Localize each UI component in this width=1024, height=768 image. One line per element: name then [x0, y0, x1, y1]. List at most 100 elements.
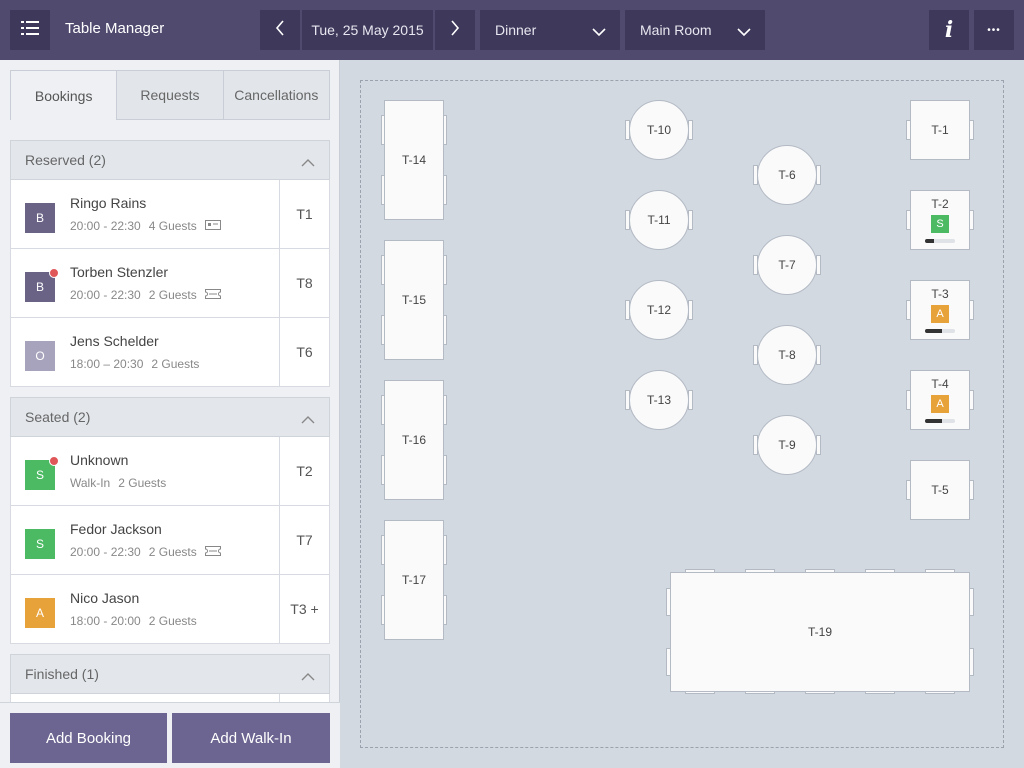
- guest-name: Fedor Jackson: [70, 521, 162, 537]
- table-progress-fill: [925, 419, 942, 423]
- table-t8[interactable]: T-8: [757, 325, 817, 385]
- assigned-table: T6: [279, 318, 329, 386]
- date-selector[interactable]: Tue, 25 May 2015: [302, 10, 433, 50]
- room-dropdown[interactable]: Main Room: [625, 10, 765, 50]
- chevron-down-icon: [737, 24, 751, 40]
- notification-dot: [49, 268, 59, 278]
- seated-section-header[interactable]: Seated (2): [10, 397, 330, 437]
- add-booking-button[interactable]: Add Booking: [10, 713, 167, 763]
- table-t1[interactable]: T-1: [910, 100, 970, 160]
- table-label: T-11: [647, 213, 671, 227]
- seated-section: Seated (2) S Unknown Walk-In 2 Guests T2…: [10, 397, 330, 644]
- booking-item[interactable]: B Torben Stenzler 20:00 - 22:30 2 Guests…: [10, 249, 330, 318]
- table-label: T-7: [778, 258, 796, 272]
- table-t5[interactable]: T-5: [910, 460, 970, 520]
- table-label: T-13: [646, 393, 671, 407]
- guest-name: Jens Schelder: [70, 333, 159, 349]
- section-title: Seated (2): [25, 409, 91, 425]
- table-label: T-6: [778, 168, 796, 182]
- booking-item[interactable]: S Fedor Jackson 20:00 - 22:30 2 Guests T…: [10, 506, 330, 575]
- room-dropdown-value: Main Room: [640, 22, 712, 38]
- table-t14[interactable]: T-14: [384, 100, 444, 220]
- table-t7[interactable]: T-7: [757, 235, 817, 295]
- guest-count: 2 Guests: [151, 357, 200, 371]
- assigned-table: T8: [279, 249, 329, 317]
- booking-item[interactable]: O Jens Schelder 18:00 – 20:30 2 Guests T…: [10, 318, 330, 387]
- booking-details: 20:00 - 22:30 2 Guests: [70, 545, 221, 559]
- booking-time: 20:00 - 22:30: [70, 288, 141, 302]
- table-progress-bar: [925, 239, 955, 243]
- chevron-right-icon: [450, 19, 460, 41]
- reserved-section-header[interactable]: Reserved (2): [10, 140, 330, 180]
- finished-section: Finished (1): [10, 654, 330, 702]
- tab-cancellations[interactable]: Cancellations: [223, 70, 330, 120]
- booking-details: 18:00 – 20:30 2 Guests: [70, 357, 199, 371]
- booking-list[interactable]: Reserved (2) B Ringo Rains 20:00 - 22:30…: [10, 140, 330, 702]
- more-dots-icon: •••: [987, 24, 1001, 36]
- table-t6[interactable]: T-6: [757, 145, 817, 205]
- table-t2[interactable]: T-2 S: [910, 190, 970, 250]
- list-menu-icon: [21, 20, 39, 40]
- floor-plan: T-14 T-15 T-16 T-17 T-10 T-11 T-12 T-13 …: [340, 60, 1024, 768]
- table-t19[interactable]: T-19: [670, 572, 970, 692]
- booking-item[interactable]: [10, 694, 330, 702]
- chevron-up-icon: [301, 155, 315, 171]
- guest-name: Nico Jason: [70, 590, 140, 606]
- table-t4[interactable]: T-4 A: [910, 370, 970, 430]
- table-t17[interactable]: T-17: [384, 520, 444, 640]
- table-t11[interactable]: T-11: [629, 190, 689, 250]
- chevron-up-icon: [301, 412, 315, 428]
- booking-time: 20:00 - 22:30: [70, 219, 141, 233]
- table-t10[interactable]: T-10: [629, 100, 689, 160]
- assigned-table: T3 +: [279, 575, 329, 643]
- meal-dropdown[interactable]: Dinner: [480, 10, 620, 50]
- guest-name: Ringo Rains: [70, 195, 147, 211]
- guest-count: 4 Guests: [148, 219, 197, 233]
- table-label: T-8: [778, 348, 796, 362]
- status-avatar: B: [25, 268, 59, 302]
- status-avatar: S: [25, 529, 55, 559]
- table-label: T-14: [401, 153, 426, 167]
- tab-bookings[interactable]: Bookings: [10, 70, 118, 120]
- finished-section-header[interactable]: Finished (1): [10, 654, 330, 694]
- table-t9[interactable]: T-9: [757, 415, 817, 475]
- table-t12[interactable]: T-12: [629, 280, 689, 340]
- booking-item[interactable]: B Ringo Rains 20:00 - 22:30 4 Guests T1: [10, 180, 330, 249]
- table-t13[interactable]: T-13: [629, 370, 689, 430]
- menu-button[interactable]: [10, 10, 50, 50]
- booking-details: 20:00 - 22:30 4 Guests: [70, 219, 221, 233]
- add-walk-in-button[interactable]: Add Walk-In: [172, 713, 330, 763]
- guest-count: 2 Guests: [148, 545, 197, 559]
- booking-item[interactable]: A Nico Jason 18:00 - 20:00 2 Guests T3 +: [10, 575, 330, 644]
- table-label: T-1: [931, 123, 949, 137]
- guest-count: 2 Guests: [118, 476, 167, 490]
- guest-name: Unknown: [70, 452, 129, 468]
- chevron-left-icon: [275, 19, 285, 41]
- table-progress-fill: [925, 239, 934, 243]
- table-label: T-4: [931, 377, 949, 391]
- next-date-button[interactable]: [435, 10, 475, 50]
- info-button[interactable]: i: [929, 10, 969, 50]
- tab-requests[interactable]: Requests: [117, 70, 224, 120]
- previous-date-button[interactable]: [260, 10, 300, 50]
- table-t3[interactable]: T-3 A: [910, 280, 970, 340]
- table-status-badge: A: [931, 305, 949, 323]
- meal-dropdown-value: Dinner: [495, 22, 537, 38]
- booking-details: 20:00 - 22:30 2 Guests: [70, 288, 221, 302]
- table-label: T-3: [931, 287, 949, 301]
- table-label: T-12: [646, 303, 671, 317]
- booking-item[interactable]: S Unknown Walk-In 2 Guests T2: [10, 437, 330, 506]
- booking-details: 18:00 - 20:00 2 Guests: [70, 614, 197, 628]
- app-title: Table Manager: [65, 20, 165, 37]
- booking-time: 18:00 – 20:30: [70, 357, 144, 371]
- table-label: T-19: [807, 625, 832, 639]
- table-t16[interactable]: T-16: [384, 380, 444, 500]
- table-t15[interactable]: T-15: [384, 240, 444, 360]
- bottom-actions: Add Booking Add Walk-In: [0, 702, 340, 768]
- table-status-badge: S: [931, 215, 949, 233]
- top-bar: Table Manager Tue, 25 May 2015 Dinner Ma…: [0, 0, 1024, 60]
- guest-name: Torben Stenzler: [70, 264, 169, 280]
- booking-time: Walk-In: [70, 476, 111, 490]
- table-progress-bar: [925, 419, 955, 423]
- more-options-button[interactable]: •••: [974, 10, 1014, 50]
